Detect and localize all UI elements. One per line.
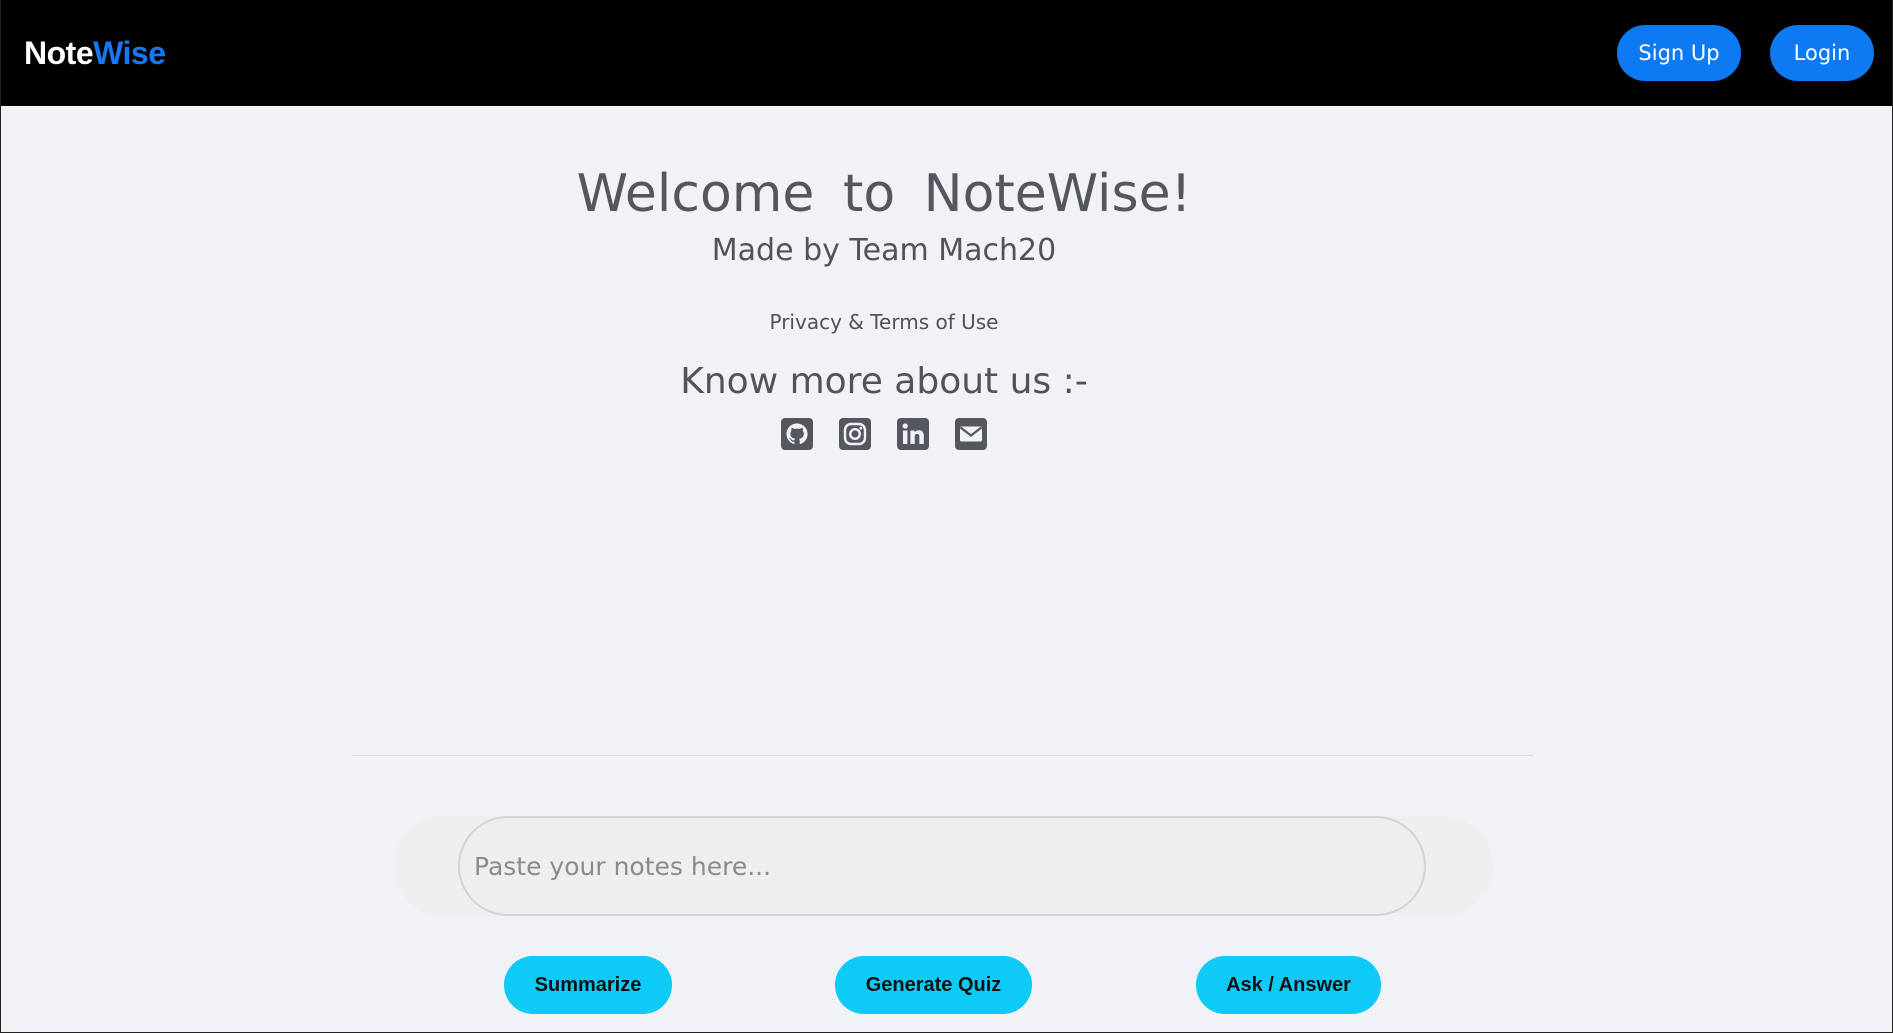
summarize-button[interactable]: Summarize	[504, 956, 672, 1014]
top-navbar: NoteWise Sign Up Login	[1, 0, 1892, 106]
linkedin-link[interactable]	[897, 418, 929, 450]
section-divider	[352, 755, 1533, 756]
logo-text-wise: Wise	[93, 34, 166, 71]
privacy-terms-link[interactable]: Privacy & Terms of Use	[770, 310, 999, 334]
instagram-link[interactable]	[839, 418, 871, 450]
notes-input[interactable]	[458, 816, 1426, 916]
notes-input-container	[393, 816, 1493, 916]
auth-buttons: Sign Up Login	[1617, 25, 1874, 81]
mail-icon	[955, 418, 987, 450]
github-icon	[781, 418, 813, 450]
hero-section: Welcome to NoteWise! Made by Team Mach20…	[1, 106, 1767, 450]
sign-up-button[interactable]: Sign Up	[1617, 25, 1741, 81]
github-link[interactable]	[781, 418, 813, 450]
page: NoteWise Sign Up Login Welcome to NoteWi…	[0, 0, 1893, 1033]
instagram-icon	[839, 418, 871, 450]
brand-logo[interactable]: NoteWise	[24, 35, 166, 72]
page-subtitle: Made by Team Mach20	[711, 233, 1057, 268]
social-links	[1, 418, 1767, 450]
know-more-heading: Know more about us :-	[680, 361, 1088, 402]
logo-text-note: Note	[24, 34, 94, 71]
mail-link[interactable]	[955, 418, 987, 450]
ask-answer-button[interactable]: Ask / Answer	[1196, 956, 1381, 1014]
login-button[interactable]: Login	[1770, 25, 1874, 81]
generate-quiz-button[interactable]: Generate Quiz	[835, 956, 1032, 1014]
page-title: Welcome to NoteWise!	[576, 164, 1192, 224]
linkedin-icon	[897, 418, 929, 450]
